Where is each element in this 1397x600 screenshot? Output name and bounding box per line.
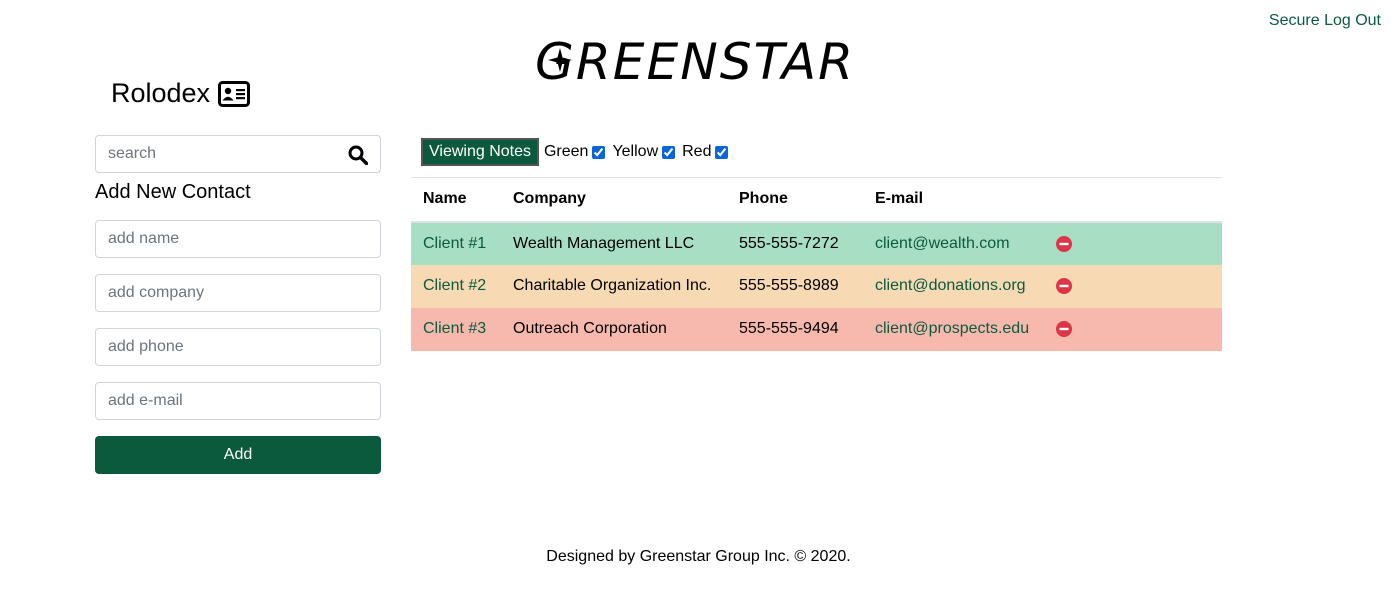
contact-name-link[interactable]: Client #1: [423, 235, 486, 252]
secure-logout-link[interactable]: Secure Log Out: [1269, 12, 1381, 30]
search-icon[interactable]: [348, 145, 368, 165]
footer-text: Designed by Greenstar Group Inc. © 2020.: [546, 548, 851, 565]
add-button[interactable]: Add: [95, 436, 381, 474]
search-input[interactable]: [96, 136, 380, 172]
filter-label-yellow: Yellow: [612, 143, 659, 160]
search-box: [95, 135, 381, 173]
contact-email-link[interactable]: client@wealth.com: [875, 235, 1010, 252]
filter-label-red: Red: [682, 143, 712, 160]
table-header-row: Name Company Phone E-mail: [411, 177, 1222, 223]
contact-company: Wealth Management LLC: [513, 234, 695, 252]
remove-icon[interactable]: [1056, 235, 1072, 252]
contact-email-link[interactable]: client@donations.org: [875, 277, 1026, 294]
contact-email-link[interactable]: client@prospects.edu: [875, 320, 1029, 337]
greenstar-logo: GREENSTAR: [535, 34, 855, 86]
sidebar: Add New Contact Add: [95, 135, 381, 474]
contact-company: Outreach Corporation: [513, 320, 667, 337]
contacts-panel: Viewing Notes Green Yellow Red Name Comp…: [411, 137, 1222, 351]
notes-filter-bar: Viewing Notes Green Yellow Red: [411, 137, 1222, 167]
table-row: Client #3 Outreach Corporation 555-555-9…: [411, 307, 1222, 351]
company-field[interactable]: [95, 274, 381, 312]
contact-company: Charitable Organization Inc.: [513, 277, 712, 294]
contact-phone: 555-555-9494: [739, 320, 839, 337]
phone-field[interactable]: [95, 328, 381, 366]
table-row: Client #1 Wealth Management LLC 555-555-…: [411, 221, 1222, 265]
green-checkbox[interactable]: [592, 145, 606, 159]
column-header-phone: Phone: [727, 177, 863, 223]
name-field[interactable]: [95, 220, 381, 258]
remove-icon[interactable]: [1056, 278, 1072, 294]
viewing-notes-button[interactable]: Viewing Notes: [421, 138, 539, 166]
column-header-email: E-mail: [863, 177, 1044, 223]
contact-phone: 555-555-8989: [739, 277, 839, 294]
contact-name-link[interactable]: Client #3: [423, 320, 486, 337]
column-header-name: Name: [411, 177, 501, 223]
email-field[interactable]: [95, 382, 381, 420]
table-row: Client #2 Charitable Organization Inc. 5…: [411, 264, 1222, 308]
add-contact-title: Add New Contact: [95, 181, 251, 203]
remove-icon[interactable]: [1056, 321, 1072, 337]
column-header-company: Company: [501, 177, 727, 223]
svg-text:GREENSTAR: GREENSTAR: [535, 34, 855, 86]
page-title: Rolodex: [111, 78, 211, 108]
column-header-actions: [1044, 177, 1222, 223]
red-checkbox[interactable]: [715, 145, 729, 159]
rolodex-header: Rolodex: [111, 78, 251, 109]
contacts-table: Name Company Phone E-mail Client #1 Weal…: [411, 177, 1222, 351]
yellow-checkbox[interactable]: [662, 145, 676, 159]
contact-phone: 555-555-7272: [739, 234, 839, 252]
contact-name-link[interactable]: Client #2: [423, 277, 486, 294]
filter-label-green: Green: [543, 143, 589, 160]
address-card-icon: [218, 80, 251, 107]
